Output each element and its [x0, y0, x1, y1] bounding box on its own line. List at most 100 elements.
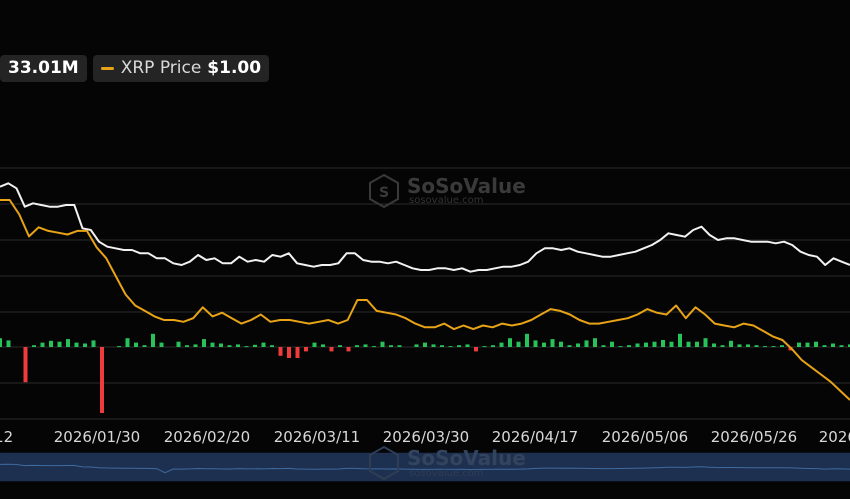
flow-bar: [448, 346, 453, 348]
flow-bar: [839, 345, 844, 347]
flow-bar: [227, 345, 232, 347]
flow-bar: [100, 347, 104, 413]
flow-bar: [372, 346, 376, 348]
flow-bar: [278, 347, 283, 356]
flow-bar: [329, 347, 334, 352]
flow-bar: [482, 346, 487, 348]
flow-bar: [304, 347, 308, 352]
flow-bar: [525, 333, 529, 347]
x-tick-label: 2026/03/30: [383, 428, 469, 446]
flow-bar: [32, 345, 36, 347]
price-line: [0, 199, 850, 401]
flow-bar: [780, 345, 784, 347]
flow-bar: [797, 342, 801, 347]
flow-bar: [193, 344, 198, 347]
svg-text:S: S: [379, 185, 389, 201]
chart-svg[interactable]: S SoSoValue sosovalue.com 2026/01/12 2026…: [0, 0, 850, 499]
flow-bar: [389, 345, 393, 347]
x-tick-label: 2026/03/11: [274, 428, 360, 446]
flow-bar: [771, 346, 776, 348]
flow-bar: [763, 346, 767, 348]
x-tick-label: 2026/01/12: [0, 428, 13, 446]
flow-bar: [601, 345, 606, 347]
flow-bar: [253, 344, 257, 347]
flow-bar: [805, 342, 810, 347]
navigator[interactable]: SoSoValue sosovalue.com: [0, 445, 850, 482]
flow-bar: [737, 344, 742, 347]
flow-bar: [142, 345, 147, 347]
flow-bar: [567, 345, 572, 347]
flow-bar: [91, 340, 96, 347]
flow-bar: [380, 341, 385, 347]
flow-bar: [499, 342, 504, 347]
flow-bar: [814, 341, 818, 347]
flow-bar: [465, 344, 470, 347]
watermark-site: sosovalue.com: [409, 195, 484, 206]
flow-bar: [159, 342, 164, 347]
flow-bar: [219, 343, 223, 347]
flow-bar: [287, 347, 291, 358]
flow-bar: [516, 341, 521, 347]
x-tick-label: 2026/01/30: [54, 428, 140, 446]
chart-canvas: 33.01M XRP Price $1.00 S SoSoValue sosov…: [0, 0, 850, 499]
flow-bar: [151, 333, 155, 347]
flow-bar: [57, 341, 62, 347]
flow-bar: [669, 341, 674, 347]
flow-bar: [576, 343, 580, 347]
flow-bar: [431, 344, 436, 347]
flow-bar: [652, 341, 657, 347]
flow-bar: [720, 345, 725, 347]
bars-layer: [0, 333, 850, 413]
flow-bar: [729, 340, 733, 347]
flow-bar: [397, 345, 402, 347]
flow-bar: [618, 346, 623, 348]
flow-bar: [457, 345, 461, 347]
navigator-watermark-site: sosovalue.com: [409, 468, 484, 479]
watermark-main: S SoSoValue sosovalue.com: [369, 173, 526, 209]
flow-bar: [440, 345, 444, 347]
x-tick-label: 2026/05/26: [711, 428, 797, 446]
flow-bar: [270, 345, 274, 347]
flow-bar: [295, 347, 300, 358]
x-tick-label: 2026/04/17: [492, 428, 578, 446]
flow-bar: [66, 339, 70, 347]
x-tick-label: 2026/05/06: [602, 428, 688, 446]
flow-bar: [593, 338, 597, 347]
flow-bar: [125, 338, 130, 347]
flow-bar: [261, 342, 266, 347]
flow-bar: [491, 345, 495, 347]
flow-bar: [703, 338, 708, 347]
flow-bar: [83, 343, 87, 347]
flow-bar: [661, 340, 665, 347]
flow-bar: [533, 340, 538, 347]
flow-bar: [338, 345, 342, 347]
flow-bar: [23, 347, 28, 383]
flow-bar: [610, 341, 614, 347]
flow-bar: [627, 345, 631, 347]
x-tick-label: 2026/02/20: [164, 428, 250, 446]
flow-bar: [686, 341, 691, 347]
flow-bar: [176, 341, 181, 347]
flow-bar: [635, 343, 640, 347]
flow-bar: [363, 344, 368, 347]
flow-bar: [236, 344, 240, 347]
flow-bar: [6, 340, 11, 347]
flow-bar: [754, 345, 759, 347]
flow-bar: [210, 342, 215, 347]
navigator-watermark-brand: SoSoValue: [407, 446, 526, 470]
flow-bar: [644, 342, 648, 347]
flow-bar: [0, 338, 2, 347]
flow-bar: [746, 344, 750, 347]
flow-bar: [831, 343, 835, 347]
flow-bar: [244, 346, 249, 348]
flow-bar: [414, 344, 419, 347]
x-tick-label: 2026/06/15: [819, 428, 850, 446]
flow-bar: [423, 342, 427, 347]
flow-bar: [508, 338, 512, 347]
flow-bar: [474, 347, 478, 352]
flow-bar: [584, 340, 589, 347]
sosovalue-logo-icon: S: [369, 173, 399, 209]
flow-bar: [542, 342, 546, 347]
flow-bar: [74, 342, 79, 347]
flow-bar: [40, 342, 45, 347]
